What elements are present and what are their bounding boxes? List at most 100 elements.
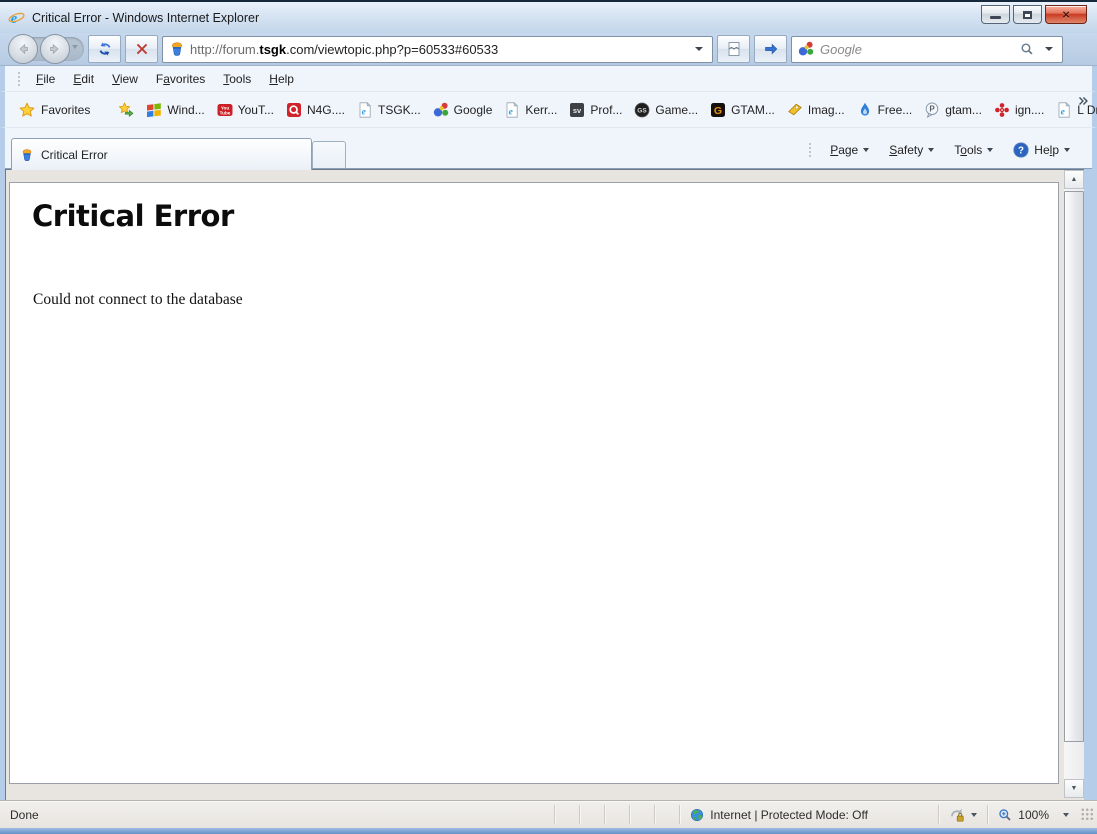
menu-bar: File Edit View Favorites Tools Help [0,66,1097,92]
favorites-bar-item[interactable]: e Kerr... [498,97,563,123]
favorites-bar: Favorites Wind... YouTube YouT... N4G...… [0,92,1097,128]
protection-icon [949,807,965,823]
ie-logo-icon[interactable]: e [8,9,25,26]
tab-favicon [20,148,34,162]
svg-text:G: G [714,105,722,117]
favorites-bar-item[interactable]: Google [427,97,499,123]
svg-text:Tube: Tube [219,110,230,115]
favorites-bar-item[interactable]: N4G.... [280,97,351,123]
svg-text:e: e [11,11,18,26]
stop-button[interactable] [125,35,158,63]
imageshack-icon [787,102,803,118]
menu-file[interactable]: File [27,68,64,90]
favorites-bar-item[interactable]: Free... [851,97,919,123]
stop-icon [134,41,150,57]
windows-icon [146,102,162,118]
compatibility-view-icon [726,41,742,57]
status-bar: Done Internet | Protected Mode: Off 100% [0,800,1097,828]
scroll-up-button[interactable]: ▲ [1064,170,1084,189]
menu-favorites[interactable]: Favorites [147,68,214,90]
resize-grip[interactable] [1081,808,1094,821]
overflow-chevron-icon[interactable] [1076,94,1090,108]
menu-tools[interactable]: Tools [214,68,260,90]
scroll-down-button[interactable]: ▼ [1064,779,1084,798]
restore-button[interactable] [1013,5,1042,24]
search-input[interactable] [820,42,1014,57]
favorites-bar-item[interactable]: YouTube YouT... [211,97,280,123]
back-button[interactable] [8,34,38,64]
window-bottom-border [0,828,1097,834]
globe-icon [690,808,704,822]
gtam-icon: G [710,102,726,118]
window-title: Critical Error - Windows Internet Explor… [32,11,981,25]
recent-pages-dropdown[interactable] [72,45,78,49]
n4g-icon [286,102,302,118]
vertical-scrollbar[interactable]: ▲ ▼ [1064,170,1084,798]
menu-view[interactable]: View [103,68,147,90]
add-favorite-icon [118,102,134,118]
search-dropdown[interactable] [1040,37,1058,62]
favorites-bar-item[interactable]: Imag... [781,97,851,123]
speech-bubble-icon: P [924,102,940,118]
forward-button[interactable] [40,34,70,64]
tab-critical-error[interactable]: Critical Error [11,138,312,170]
zoom-control[interactable]: 100% [988,801,1079,828]
refresh-button[interactable] [88,35,121,63]
go-button[interactable] [754,35,787,63]
security-zone[interactable]: Internet | Protected Mode: Off [680,801,938,828]
favorites-bar-item[interactable]: sv Prof... [563,97,628,123]
zoom-magnifier-icon [998,808,1012,822]
menu-edit[interactable]: Edit [64,68,103,90]
help-menu-button[interactable]: ?Help [1005,138,1078,162]
svg-text:?: ? [1018,146,1024,157]
svg-text:P: P [930,104,936,113]
toolbar-grip [17,71,21,87]
minimize-icon [990,16,1001,19]
address-dropdown[interactable] [690,37,708,62]
add-to-favorites-bar-button[interactable] [112,97,140,123]
back-icon [15,41,31,57]
safety-menu-button[interactable]: Safety [881,139,942,161]
go-arrow-icon [763,41,779,57]
ie-page-icon: e [504,102,520,118]
search-magnifier-icon[interactable] [1020,42,1034,56]
address-bar[interactable]: http://forum.tsgk.com/viewtopic.php?p=60… [162,36,713,63]
favorites-bar-item[interactable]: ign.... [988,97,1050,123]
tools-menu-button[interactable]: Tools [946,139,1001,161]
forward-icon [47,41,63,57]
refresh-icon [97,41,113,57]
scrollbar-thumb[interactable] [1064,191,1084,742]
web-page: Critical Error Could not connect to the … [9,182,1059,784]
minimize-button[interactable] [981,5,1010,24]
favorites-bar-item[interactable]: e TSGK... [351,97,427,123]
help-icon: ? [1013,142,1029,158]
inprivate-filtering-control[interactable] [939,801,987,828]
favorites-bar-item[interactable]: P gtam... [918,97,988,123]
title-bar: e Critical Error - Windows Internet Expl… [0,2,1097,33]
favorites-bar-item[interactable]: Wind... [140,97,210,123]
favorites-bar-item[interactable]: GS Game... [628,97,704,123]
scrollbar-track[interactable] [1064,189,1084,779]
command-bar: Page Safety Tools ?Help [802,138,1078,162]
page-menu-button[interactable]: Page [822,139,877,161]
browser-window: e Critical Error - Windows Internet Expl… [0,0,1097,834]
search-box[interactable] [791,36,1063,63]
svg-text:GS: GS [638,107,648,114]
zone-text: Internet | Protected Mode: Off [710,808,868,822]
ie-page-icon: e [1056,102,1072,118]
flame-icon [857,102,873,118]
gamespot-icon: GS [634,102,650,118]
google-icon [433,102,449,118]
menu-help[interactable]: Help [260,68,303,90]
favorites-bar-items: Wind... YouTube YouT... N4G.... e TSGK..… [140,97,1097,123]
close-button[interactable]: × [1045,5,1087,24]
zoom-level: 100% [1018,808,1049,822]
compatibility-view-button[interactable] [717,35,750,63]
favorites-button[interactable]: Favorites [13,97,100,123]
error-message: Could not connect to the database [33,291,1058,309]
new-tab-button[interactable] [312,141,346,170]
toolbar-grip [808,142,812,158]
favorites-bar-item[interactable]: G GTAM... [704,97,781,123]
tab-row: Critical Error Page Safety Tools ?Help [0,128,1097,169]
status-text: Done [3,808,554,822]
